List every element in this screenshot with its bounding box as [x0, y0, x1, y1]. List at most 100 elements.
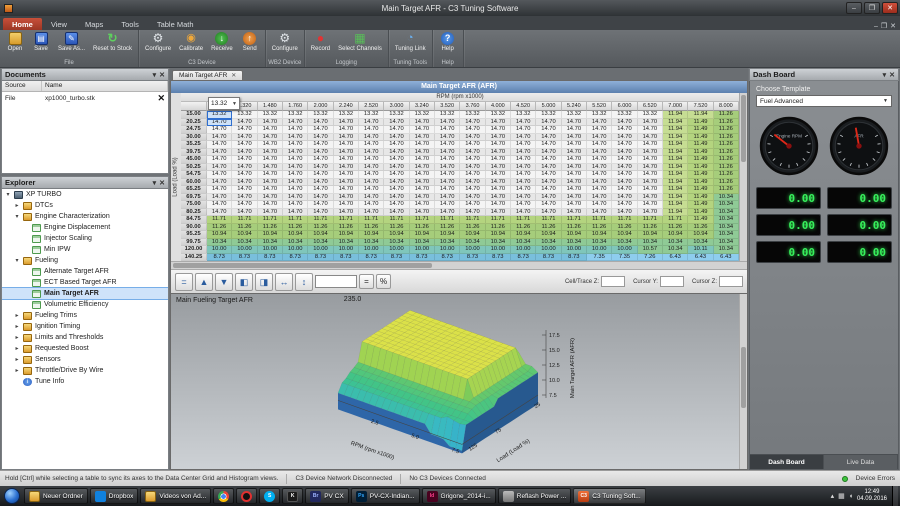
row-header[interactable]: 75.00 — [181, 201, 207, 209]
tree-arrow-icon[interactable]: ▸ — [14, 323, 20, 330]
table-cell[interactable]: 10.94 — [207, 231, 232, 239]
table-cell[interactable]: 14.70 — [384, 119, 409, 127]
table-cell[interactable]: 10.94 — [612, 231, 637, 239]
fill-left-button[interactable]: ◧ — [235, 273, 253, 291]
table-cell[interactable]: 11.26 — [714, 171, 739, 179]
table-cell[interactable]: 14.70 — [435, 194, 460, 202]
table-cell[interactable]: 11.49 — [688, 156, 713, 164]
table-cell[interactable]: 10.94 — [283, 231, 308, 239]
table-cell[interactable]: 6.43 — [714, 254, 739, 262]
table-cell[interactable]: 11.26 — [714, 141, 739, 149]
table-cell[interactable]: 11.71 — [536, 216, 561, 224]
ribbon-button-save-as[interactable]: ✎Save As... — [54, 31, 89, 59]
table-cell[interactable]: 13.32 — [562, 111, 587, 119]
table-cell[interactable]: 14.70 — [283, 164, 308, 172]
table-cell[interactable]: 10.94 — [536, 231, 561, 239]
row-header[interactable]: 24.75 — [181, 126, 207, 134]
table-cell[interactable]: 14.70 — [486, 141, 511, 149]
table-cell[interactable]: 10.00 — [562, 246, 587, 254]
tray-expand-icon[interactable]: ▴ — [831, 492, 835, 500]
table-cell[interactable]: 14.70 — [283, 126, 308, 134]
table-cell[interactable]: 14.70 — [283, 209, 308, 217]
taskbar-button-videos-von-ad[interactable]: Videos von Ad... — [140, 488, 211, 504]
column-header[interactable]: 3.760 — [460, 102, 485, 111]
explorer-item-alternate-target-afr[interactable]: Alternate Target AFR — [2, 266, 168, 277]
table-cell[interactable]: 14.70 — [232, 134, 257, 142]
table-cell[interactable]: 14.70 — [536, 194, 561, 202]
table-cell[interactable]: 11.26 — [714, 156, 739, 164]
table-cell[interactable]: 14.70 — [283, 134, 308, 142]
table-cell[interactable]: 14.70 — [587, 171, 612, 179]
table-cell[interactable]: 13.32 — [435, 111, 460, 119]
table-cell[interactable]: 14.70 — [612, 149, 637, 157]
set-equal-button[interactable]: = — [175, 273, 193, 291]
status-errors[interactable]: Device Errors — [856, 475, 895, 482]
table-cell[interactable]: 14.70 — [435, 164, 460, 172]
tree-arrow-icon[interactable]: ▾ — [14, 213, 20, 220]
row-header[interactable]: 95.25 — [181, 231, 207, 239]
table-cell[interactable]: 14.70 — [232, 201, 257, 209]
table-cell[interactable]: 11.94 — [663, 194, 688, 202]
table-cell[interactable]: 11.71 — [486, 216, 511, 224]
table-cell[interactable]: 14.70 — [258, 156, 283, 164]
row-header[interactable]: 140.25 — [181, 254, 207, 262]
table-cell[interactable]: 14.70 — [308, 126, 333, 134]
table-cell[interactable]: 8.73 — [410, 254, 435, 262]
table-cell[interactable]: 14.70 — [435, 149, 460, 157]
table-cell[interactable]: 14.70 — [536, 134, 561, 142]
ribbon-tab-table-math[interactable]: Table Math — [148, 18, 203, 30]
table-cell[interactable]: 14.70 — [460, 186, 485, 194]
table-cell[interactable]: 10.34 — [562, 239, 587, 247]
taskbar-button-skype[interactable]: S — [259, 488, 280, 504]
ribbon-tab-maps[interactable]: Maps — [76, 18, 112, 30]
table-cell[interactable]: 10.94 — [359, 231, 384, 239]
table-cell[interactable]: 14.70 — [308, 134, 333, 142]
table-cell[interactable]: 6.43 — [688, 254, 713, 262]
tree-arrow-icon[interactable]: ▸ — [14, 367, 20, 374]
ribbon-button-configure[interactable]: ⚙Configure — [141, 31, 175, 59]
table-cell[interactable]: 11.94 — [663, 141, 688, 149]
table-cell[interactable]: 14.70 — [232, 171, 257, 179]
table-cell[interactable]: 10.00 — [587, 246, 612, 254]
table-cell[interactable]: 10.57 — [638, 246, 663, 254]
table-cell[interactable]: 14.70 — [460, 209, 485, 217]
table-cell[interactable]: 14.70 — [334, 134, 359, 142]
table-h-scrollbar[interactable] — [171, 261, 747, 269]
table-cell[interactable]: 11.26 — [308, 224, 333, 232]
table-cell[interactable]: 14.70 — [587, 179, 612, 187]
table-cell[interactable]: 14.70 — [562, 126, 587, 134]
table-cell[interactable]: 14.70 — [587, 186, 612, 194]
table-v-scrollbar[interactable] — [739, 93, 747, 261]
table-cell[interactable]: 14.70 — [562, 201, 587, 209]
table-cell[interactable]: 11.94 — [663, 149, 688, 157]
table-cell[interactable]: 14.70 — [334, 201, 359, 209]
interpolate-horizontal-button[interactable]: ↔ — [275, 273, 293, 291]
explorer-item-requested-boost[interactable]: ▸Requested Boost — [2, 343, 168, 354]
ribbon-button-receive[interactable]: ↓Receive — [207, 31, 237, 59]
table-cell[interactable]: 14.70 — [612, 164, 637, 172]
ribbon-button-open[interactable]: Open — [2, 31, 28, 59]
table-cell[interactable]: 14.70 — [486, 201, 511, 209]
equal-button[interactable]: = — [359, 274, 374, 289]
table-cell[interactable]: 14.70 — [359, 209, 384, 217]
taskbar-button-c3-tuning-soft[interactable]: C3C3 Tuning Soft... — [573, 488, 645, 504]
percent-button[interactable]: % — [376, 274, 391, 289]
table-cell[interactable]: 8.73 — [207, 254, 232, 262]
table-cell[interactable]: 10.34 — [536, 239, 561, 247]
table-cell[interactable]: 11.26 — [714, 179, 739, 187]
interpolate-vertical-button[interactable]: ↕ — [295, 273, 313, 291]
table-cell[interactable]: 10.00 — [207, 246, 232, 254]
table-cell[interactable]: 14.70 — [334, 194, 359, 202]
table-cell[interactable]: 10.00 — [359, 246, 384, 254]
table-cell[interactable]: 13.32 — [486, 111, 511, 119]
table-cell[interactable]: 11.26 — [334, 224, 359, 232]
row-header[interactable]: 54.75 — [181, 171, 207, 179]
table-cell[interactable]: 14.70 — [258, 164, 283, 172]
show-desktop-button[interactable] — [892, 486, 898, 506]
pin-icon[interactable]: ▾ — [883, 71, 887, 79]
table-cell[interactable]: 10.34 — [612, 239, 637, 247]
row-header[interactable]: 69.75 — [181, 194, 207, 202]
column-header[interactable]: 2.240 — [334, 102, 359, 111]
table-cell[interactable]: 11.26 — [258, 224, 283, 232]
table-cell[interactable]: 14.70 — [460, 156, 485, 164]
